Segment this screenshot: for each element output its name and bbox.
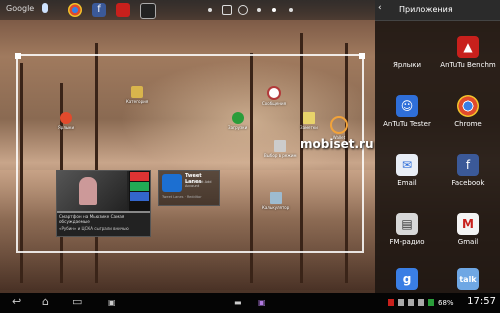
desktop-item[interactable]: Ярлыки	[58, 112, 74, 130]
settings-icon	[60, 112, 73, 124]
chrome-icon[interactable]	[68, 3, 82, 17]
app-fm-radio[interactable]: ▤ FM-радио	[377, 213, 437, 246]
frame-corner[interactable]	[359, 53, 365, 59]
antutu-icon[interactable]	[116, 3, 130, 17]
facebook-icon: f	[457, 154, 479, 176]
home-icon[interactable]: ⌂	[42, 295, 49, 308]
app-label: Gmail	[457, 238, 479, 246]
app-label: AnTuTu Tester	[383, 120, 431, 128]
microphone-icon[interactable]	[42, 3, 48, 13]
app-drawer: ‹ Приложения Ярлыки ▲ AnTuTu Benchm ☺ An…	[375, 0, 500, 293]
back-icon[interactable]: ↩	[12, 295, 21, 308]
page-indicator-dot[interactable]	[257, 8, 261, 12]
desktop-item-label: Загрузки	[228, 125, 248, 130]
app-label: Chrome	[454, 120, 482, 128]
video-widget[interactable]: Смартфон на Мьюзике Самая обсуждаемые «Р…	[56, 170, 151, 237]
select-icon	[274, 140, 287, 152]
back-arrow-icon[interactable]: ‹	[378, 3, 382, 13]
video-side-thumbnails[interactable]	[129, 171, 150, 211]
watermark: mobiset.ru	[300, 137, 374, 151]
battery-icon[interactable]	[428, 299, 434, 306]
drawer-header: ‹ Приложения	[375, 0, 500, 21]
screenshot-icon[interactable]: ▣	[108, 298, 116, 307]
calculator-icon	[269, 192, 282, 204]
note-icon	[302, 112, 315, 124]
desktop-item-label: Заметки	[300, 125, 318, 130]
desktop-item[interactable]: Выбор в режим	[264, 140, 296, 158]
small-app-icon[interactable]: ▣	[258, 298, 266, 307]
app-chrome[interactable]: Chrome	[438, 95, 498, 128]
home-page-indicator[interactable]	[238, 5, 248, 15]
google-label[interactable]: Google	[6, 4, 34, 13]
desktop-item[interactable]: Загрузки	[228, 112, 247, 130]
clock[interactable]: 17:57	[467, 296, 496, 307]
video-progress-bar	[57, 211, 150, 213]
desktop-item[interactable]: Категория	[126, 86, 148, 104]
film-icon	[131, 86, 144, 98]
desktop-item[interactable]: Заметки	[300, 112, 318, 130]
antutu-tester-icon: ☺	[396, 95, 418, 117]
app-antutu-tester[interactable]: ☺ AnTuTu Tester	[377, 95, 437, 128]
chrome-icon	[457, 95, 479, 117]
app-talk[interactable]: talk	[438, 268, 498, 290]
home-screen: Google f Ярлыки Категория Загрузки Сообщ…	[0, 0, 500, 313]
frame-corner[interactable]	[15, 53, 21, 59]
fm-radio-icon: ▤	[396, 213, 418, 235]
tweet-widget-footer: Tweet Lanes · Redditor	[162, 195, 202, 199]
google-icon: g	[396, 268, 418, 290]
desktop-item-label: Категория	[126, 99, 149, 104]
app-label: Facebook	[451, 179, 485, 187]
drawer-title: Приложения	[399, 5, 453, 14]
search-bar[interactable]: Google f	[0, 0, 375, 20]
video-comment: «Рубин» и ЦСКА сыграли вничью	[59, 226, 129, 231]
notification-icon[interactable]	[398, 299, 404, 306]
antutu-benchmark-icon: ▲	[457, 36, 479, 58]
desktop-item-label: Выбор в режим	[264, 153, 297, 158]
app-gmail[interactable]: M Gmail	[438, 213, 498, 246]
recent-apps-icon[interactable]: ▭	[72, 295, 82, 308]
app-shortcuts[interactable]: Ярлыки	[377, 36, 437, 69]
desktop-item[interactable]: Калькулятор	[262, 192, 289, 210]
app-label: AnTuTu Benchm	[440, 61, 496, 69]
desktop-item-label: Сообщения	[262, 101, 287, 106]
wifi-icon[interactable]	[418, 299, 424, 306]
system-navigation-bar: ↩ ⌂ ▭ ▣ ▬ ▣ 68% 17:57	[0, 293, 500, 313]
app-email[interactable]: ✉ Email	[377, 154, 437, 187]
video-caption: Смартфон на Мьюзике Самая обсуждаемые	[59, 214, 125, 224]
shortcuts-icon	[396, 36, 418, 58]
app-label: Ярлыки	[392, 61, 422, 69]
app-antutu-benchmark[interactable]: ▲ AnTuTu Benchm	[438, 36, 498, 69]
app-label: Email	[397, 179, 417, 187]
notification-icon[interactable]	[408, 299, 414, 306]
page-indicator-dot[interactable]	[208, 8, 212, 12]
page-indicator-dot[interactable]	[289, 8, 293, 12]
battery-percentage: 68%	[438, 299, 454, 307]
app-label: FM-радио	[389, 238, 425, 246]
email-icon: ✉	[396, 154, 418, 176]
tweet-widget-subtitle[interactable]: Post Tweet Add Account	[185, 180, 219, 188]
message-icon	[267, 86, 281, 100]
desktop-item-label: Калькулятор	[262, 205, 290, 210]
page-indicator-square[interactable]	[222, 5, 232, 15]
download-icon	[231, 112, 244, 124]
camera-icon[interactable]	[140, 3, 156, 19]
small-app-icon[interactable]: ▬	[234, 298, 242, 307]
app-google[interactable]: g	[377, 268, 437, 290]
desktop-item-label: Ярлыки	[58, 125, 75, 130]
talk-icon: talk	[457, 268, 479, 290]
tweet-lanes-widget[interactable]: Tweet Lanes Post Tweet Add Account Tweet…	[158, 170, 220, 206]
app-facebook[interactable]: f Facebook	[438, 154, 498, 187]
wallet-icon	[330, 116, 348, 134]
page-indicator-active-dot[interactable]	[272, 8, 276, 12]
tweet-lanes-icon	[162, 174, 182, 192]
desktop-item[interactable]: Сообщения	[262, 86, 286, 106]
gmail-icon: M	[457, 213, 479, 235]
notification-icon[interactable]	[388, 299, 394, 306]
person-image	[79, 177, 97, 205]
video-thumbnail[interactable]	[57, 171, 127, 211]
facebook-icon[interactable]: f	[92, 3, 106, 17]
